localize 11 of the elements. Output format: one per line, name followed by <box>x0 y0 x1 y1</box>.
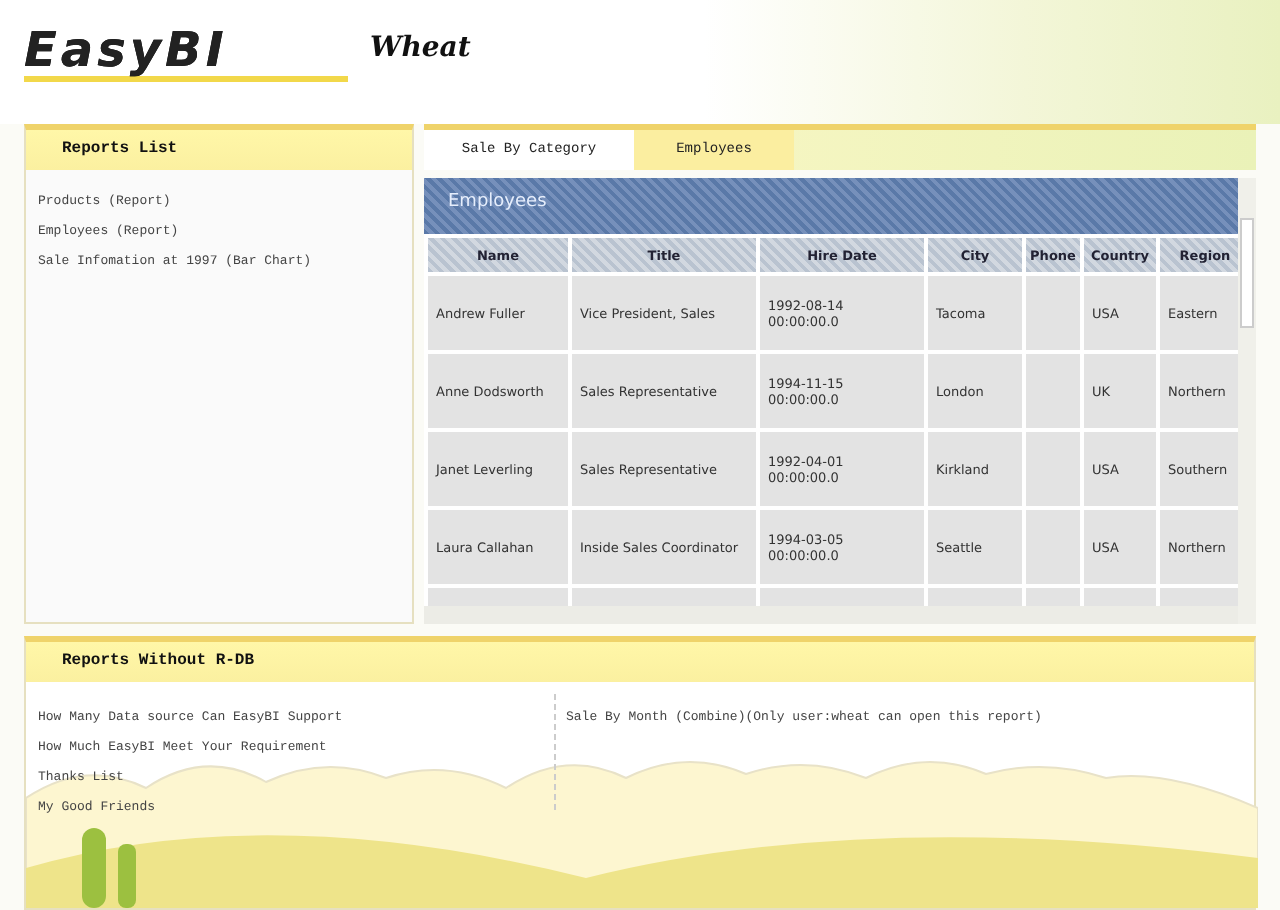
panel-header: Reports Without R-DB <box>26 642 1254 682</box>
table-cell <box>1026 354 1080 428</box>
user-name: Wheat <box>370 32 471 64</box>
grid-title: Employees <box>424 178 1238 234</box>
panel-header: Reports List <box>26 130 412 170</box>
horizontal-scrollbar[interactable] <box>424 606 1238 624</box>
table-cell <box>1026 510 1080 584</box>
table-cell <box>1026 276 1080 350</box>
vertical-scrollbar[interactable] <box>1238 178 1256 624</box>
table-cell <box>1026 432 1080 506</box>
logo-text: EasyBI <box>24 24 348 82</box>
